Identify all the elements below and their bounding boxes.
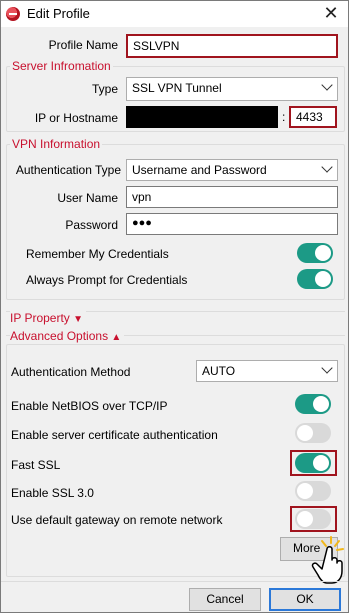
auth-type-select-value: Username and Password bbox=[132, 163, 267, 177]
type-select-value: SSL VPN Tunnel bbox=[132, 81, 222, 95]
toggle-knob bbox=[297, 483, 313, 499]
title-bar: Edit Profile ✕ bbox=[1, 1, 348, 27]
auth-type-select[interactable]: Username and Password bbox=[126, 159, 338, 181]
type-select[interactable]: SSL VPN Tunnel bbox=[126, 77, 338, 101]
ip-property-label: IP Property bbox=[10, 311, 70, 325]
app-logo-icon bbox=[6, 7, 20, 21]
ssl3-toggle[interactable] bbox=[295, 481, 331, 501]
profile-name-input[interactable]: SSLVPN bbox=[126, 34, 338, 58]
auth-method-select-value: AUTO bbox=[202, 364, 236, 378]
always-prompt-toggle[interactable] bbox=[297, 269, 333, 289]
vpn-information-title: VPN Information bbox=[10, 137, 103, 151]
port-input[interactable]: 4433 bbox=[289, 106, 337, 128]
edit-profile-dialog: Edit Profile ✕ Profile Name SSLVPN Serve… bbox=[0, 0, 349, 613]
port-separator: : bbox=[282, 110, 286, 124]
auth-method-label: Authentication Method bbox=[11, 365, 131, 379]
toggle-knob bbox=[315, 271, 331, 287]
toggle-knob bbox=[315, 245, 331, 261]
profile-name-label: Profile Name bbox=[48, 38, 118, 52]
chevron-down-icon bbox=[321, 161, 333, 173]
toggle-knob bbox=[313, 396, 329, 412]
user-name-input[interactable]: vpn bbox=[126, 186, 338, 208]
server-cert-auth-label: Enable server certificate authentication bbox=[11, 428, 218, 442]
auth-method-select[interactable]: AUTO bbox=[196, 360, 338, 382]
hand-pointer-icon bbox=[311, 536, 344, 584]
fast-ssl-toggle[interactable] bbox=[295, 453, 331, 473]
collapse-arrow-icon: ▲ bbox=[111, 332, 122, 343]
toggle-knob bbox=[297, 511, 313, 527]
toggle-knob bbox=[297, 425, 313, 441]
chevron-down-icon bbox=[321, 79, 333, 91]
ok-button[interactable]: OK bbox=[269, 588, 341, 611]
fast-ssl-label: Fast SSL bbox=[11, 458, 61, 472]
password-label: Password bbox=[65, 218, 118, 232]
advanced-options-label: Advanced Options bbox=[10, 329, 109, 343]
hostname-input-redacted[interactable] bbox=[126, 106, 278, 128]
default-gateway-toggle[interactable] bbox=[295, 509, 331, 529]
close-icon[interactable]: ✕ bbox=[320, 3, 342, 23]
default-gateway-label: Use default gateway on remote network bbox=[11, 513, 223, 527]
remember-credentials-toggle[interactable] bbox=[297, 243, 333, 263]
chevron-down-icon bbox=[321, 362, 333, 374]
advanced-options-expander[interactable]: Advanced Options ▲ bbox=[10, 329, 125, 343]
footer-divider bbox=[1, 581, 348, 582]
netbios-toggle[interactable] bbox=[295, 394, 331, 414]
netbios-label: Enable NetBIOS over TCP/IP bbox=[11, 399, 168, 413]
type-label: Type bbox=[91, 82, 118, 96]
ssl3-label: Enable SSL 3.0 bbox=[11, 486, 94, 500]
expand-arrow-icon: ▼ bbox=[73, 314, 84, 325]
host-label: IP or Hostname bbox=[34, 111, 118, 125]
server-information-title: Server Infromation bbox=[10, 59, 113, 73]
password-input[interactable]: ●●● bbox=[126, 213, 338, 235]
always-prompt-label: Always Prompt for Credentials bbox=[26, 273, 188, 287]
server-cert-auth-toggle[interactable] bbox=[295, 423, 331, 443]
toggle-knob bbox=[313, 455, 329, 471]
remember-credentials-label: Remember My Credentials bbox=[26, 247, 169, 261]
window-title: Edit Profile bbox=[27, 6, 90, 21]
cancel-button[interactable]: Cancel bbox=[189, 588, 261, 611]
ip-property-expander[interactable]: IP Property ▼ bbox=[10, 311, 87, 325]
auth-type-label: Authentication Type bbox=[15, 163, 121, 177]
user-name-label: User Name bbox=[57, 191, 118, 205]
